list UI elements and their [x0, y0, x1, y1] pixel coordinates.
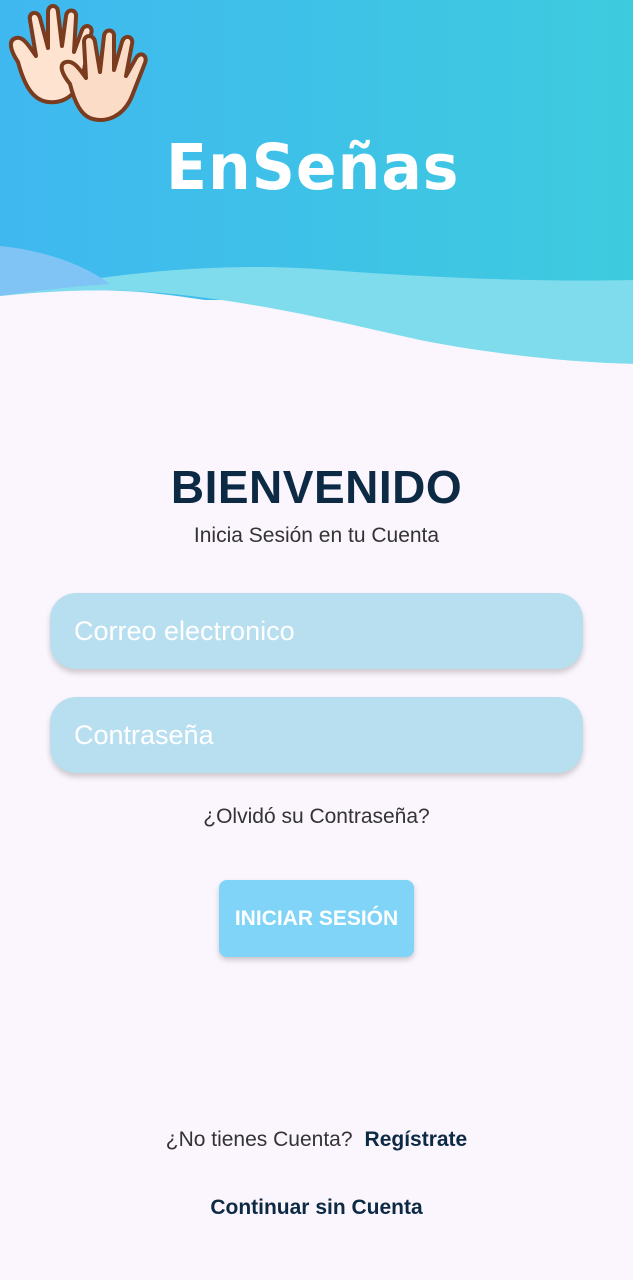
login-button[interactable]: INICIAR SESIÓN	[219, 880, 414, 957]
forgot-password-link[interactable]: ¿Olvidó su Contraseña?	[0, 805, 633, 829]
waving-hands-icon	[9, 4, 148, 122]
welcome-subtitle: Inicia Sesión en tu Cuenta	[193, 524, 440, 547]
welcome-title: BIENVENIDO	[170, 461, 463, 513]
no-account-text: ¿No tienes Cuenta?	[165, 1128, 353, 1151]
email-field[interactable]	[50, 593, 583, 669]
password-field[interactable]	[50, 697, 583, 773]
app-logo-text: EnSeñas	[166, 131, 460, 205]
header-banner: EnSeñas	[0, 0, 633, 370]
register-link[interactable]: Regístrate	[365, 1128, 468, 1151]
continue-without-account-link[interactable]: Continuar sin Cuenta	[0, 1196, 633, 1220]
register-row: ¿No tienes Cuenta? Regístrate	[0, 1128, 633, 1152]
